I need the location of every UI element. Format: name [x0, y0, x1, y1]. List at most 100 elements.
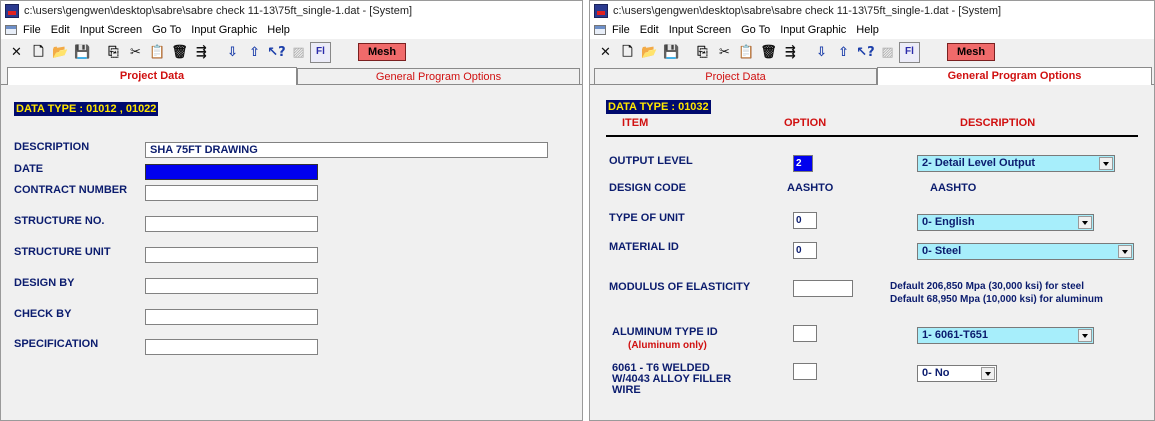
copy-icon[interactable]: ⎘	[692, 42, 713, 63]
cut-icon[interactable]: ✂	[714, 42, 735, 63]
menu-edit[interactable]: Edit	[51, 24, 70, 36]
chevron-down-icon[interactable]	[981, 367, 995, 380]
material-id-select-value: 0- Steel	[922, 245, 962, 257]
tab-project-data[interactable]: Project Data	[7, 67, 297, 85]
menu-input-graphic[interactable]: Input Graphic	[780, 24, 846, 36]
output-level-label: OUTPUT LEVEL	[609, 155, 693, 167]
arrow-up-icon[interactable]: ⇧	[244, 42, 265, 63]
arrow-down-icon[interactable]: ⇩	[811, 42, 832, 63]
insert-icon[interactable]: ⇶	[780, 42, 801, 63]
help-pointer-icon[interactable]: ↖?	[266, 42, 287, 63]
general-program-options-panel: DATA TYPE : 01032 ITEM OPTION DESCRIPTIO…	[590, 84, 1154, 420]
menu-bar: File Edit Input Screen Go To Input Graph…	[590, 21, 1154, 39]
chevron-down-icon[interactable]	[1099, 157, 1113, 170]
design-by-field[interactable]	[145, 278, 318, 294]
menu-bar: File Edit Input Screen Go To Input Graph…	[1, 21, 582, 39]
check-by-field[interactable]	[145, 309, 318, 325]
save-icon[interactable]: 💾	[72, 42, 93, 63]
description-label: DESCRIPTION	[14, 141, 90, 153]
cut-icon[interactable]: ✂	[125, 42, 146, 63]
paste-icon[interactable]: 📋	[147, 42, 168, 63]
column-header-description: DESCRIPTION	[960, 117, 1036, 129]
type-of-unit-input[interactable]: 0	[793, 212, 817, 229]
window-title: c:\users\gengwen\desktop\sabre\sabre che…	[613, 5, 1002, 17]
type-of-unit-select[interactable]: 0- English	[917, 214, 1094, 231]
contract-number-field[interactable]	[145, 185, 318, 201]
system-menu-icon[interactable]	[5, 25, 17, 35]
menu-input-screen[interactable]: Input Screen	[80, 24, 142, 36]
menu-go-to[interactable]: Go To	[152, 24, 181, 36]
disabled-tool-icon: ▨	[881, 44, 894, 60]
arrow-up-icon[interactable]: ⇧	[833, 42, 854, 63]
menu-help[interactable]: Help	[267, 24, 290, 36]
tab-general-program-options[interactable]: General Program Options	[297, 68, 580, 85]
close-icon[interactable]: ✕	[595, 42, 616, 63]
save-icon[interactable]: 💾	[661, 42, 682, 63]
date-label: DATE	[14, 163, 44, 175]
menu-file[interactable]: File	[23, 24, 41, 36]
paste-icon[interactable]: 📋	[736, 42, 757, 63]
contract-number-label: CONTRACT NUMBER	[14, 184, 128, 196]
menu-file[interactable]: File	[612, 24, 630, 36]
structure-unit-field[interactable]	[145, 247, 318, 263]
description-field[interactable]: SHA 75FT DRAWING	[145, 142, 548, 158]
fl-icon[interactable]: Fl	[899, 41, 920, 63]
aluminum-type-select[interactable]: 1- 6061-T651	[917, 327, 1094, 344]
chevron-down-icon[interactable]	[1078, 329, 1092, 342]
design-code-description: AASHTO	[930, 182, 977, 194]
chevron-down-icon[interactable]	[1078, 216, 1092, 229]
project-data-panel: DATA TYPE : 01012 , 01022 DESCRIPTION SH…	[1, 84, 582, 420]
chevron-down-icon[interactable]	[1118, 245, 1132, 258]
column-header-option: OPTION	[784, 117, 827, 129]
structure-no-field[interactable]	[145, 216, 318, 232]
welded-select-value: 0- No	[922, 367, 950, 379]
menu-help[interactable]: Help	[856, 24, 879, 36]
modulus-input[interactable]	[793, 280, 853, 297]
close-icon[interactable]: ✕	[6, 42, 27, 63]
welded-select[interactable]: 0- No	[917, 365, 997, 382]
menu-input-graphic[interactable]: Input Graphic	[191, 24, 257, 36]
insert-icon[interactable]: ⇶	[191, 42, 212, 63]
date-field[interactable]	[145, 164, 318, 180]
delete-icon[interactable]: 🗑	[758, 42, 779, 63]
aluminum-type-label: ALUMINUM TYPE ID	[612, 326, 718, 338]
tab-general-program-options[interactable]: General Program Options	[877, 67, 1152, 85]
new-file-icon[interactable]: 🗋	[28, 42, 49, 63]
title-bar: c:\users\gengwen\desktop\sabre\sabre che…	[590, 1, 1154, 21]
specification-field[interactable]	[145, 339, 318, 355]
output-level-input[interactable]: 2	[793, 155, 813, 172]
output-level-select[interactable]: 2- Detail Level Output	[917, 155, 1115, 172]
aluminum-type-input[interactable]	[793, 325, 817, 342]
structure-unit-label: STRUCTURE UNIT	[14, 246, 111, 258]
menu-go-to[interactable]: Go To	[741, 24, 770, 36]
arrow-down-icon[interactable]: ⇩	[222, 42, 243, 63]
design-code-label: DESIGN CODE	[609, 182, 687, 194]
modulus-note-aluminum: Default 68,950 Mpa (10,000 ksi) for alum…	[890, 294, 1103, 305]
new-file-icon[interactable]: 🗋	[617, 42, 638, 63]
tab-project-data[interactable]: Project Data	[594, 68, 877, 85]
fl-icon[interactable]: Fl	[310, 41, 331, 63]
design-by-label: DESIGN BY	[14, 277, 75, 289]
aluminum-type-select-value: 1- 6061-T651	[922, 329, 989, 341]
data-type-label: DATA TYPE : 01012 , 01022	[14, 102, 159, 116]
material-id-input[interactable]: 0	[793, 242, 817, 259]
type-of-unit-select-value: 0- English	[922, 216, 975, 228]
mesh-button[interactable]: Mesh	[947, 43, 996, 61]
material-id-select[interactable]: 0- Steel	[917, 243, 1134, 260]
system-menu-icon[interactable]	[594, 25, 606, 35]
welded-input[interactable]	[793, 363, 817, 380]
toolbar: ✕ 🗋 📂 💾 ⎘ ✂ 📋 🗑 ⇶ ⇩ ⇧ ↖? ▨ Fl Mesh	[1, 39, 582, 65]
open-folder-icon[interactable]: 📂	[50, 42, 71, 63]
specification-label: SPECIFICATION	[14, 338, 99, 350]
title-bar: c:\users\gengwen\desktop\sabre\sabre che…	[1, 1, 582, 21]
toolbar: ✕ 🗋 📂 💾 ⎘ ✂ 📋 🗑 ⇶ ⇩ ⇧ ↖? ▨ Fl Mesh	[590, 39, 1154, 65]
copy-icon[interactable]: ⎘	[103, 42, 124, 63]
delete-icon[interactable]: 🗑	[169, 42, 190, 63]
mesh-button[interactable]: Mesh	[358, 43, 407, 61]
menu-input-screen[interactable]: Input Screen	[669, 24, 731, 36]
header-divider	[606, 135, 1138, 137]
open-folder-icon[interactable]: 📂	[639, 42, 660, 63]
help-pointer-icon[interactable]: ↖?	[855, 42, 876, 63]
type-of-unit-label: TYPE OF UNIT	[609, 212, 685, 224]
menu-edit[interactable]: Edit	[640, 24, 659, 36]
